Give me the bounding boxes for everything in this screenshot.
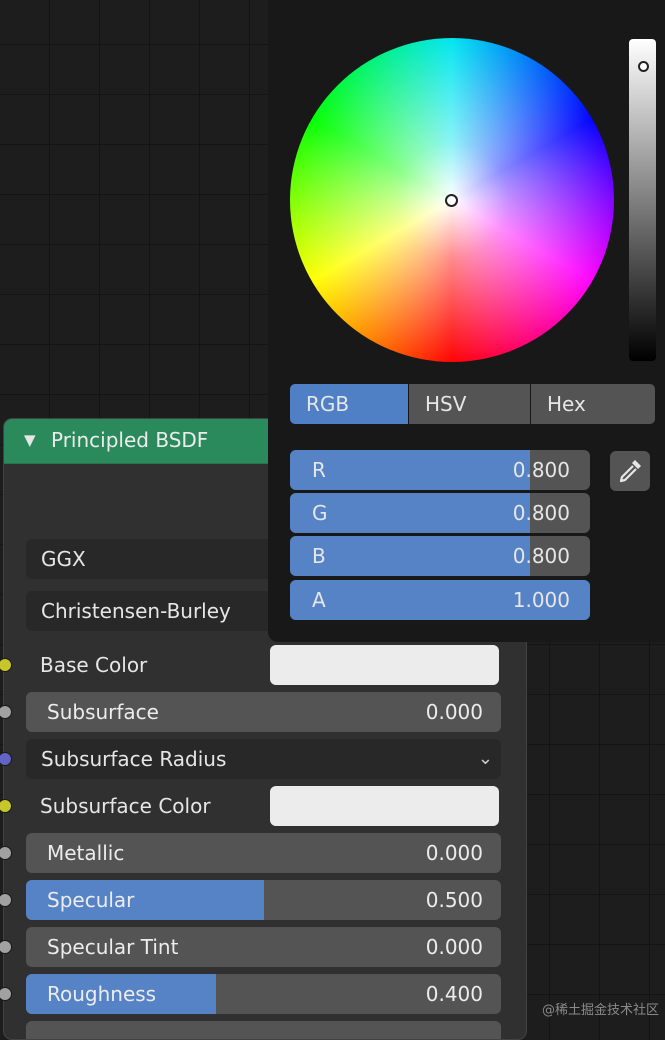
slider-label: Roughness [47,982,157,1006]
channel-fill [290,450,530,490]
collapse-triangle-icon[interactable]: ▼ [24,431,36,449]
base-color-label: Base Color [40,653,148,677]
tab-rgb[interactable]: RGB [290,384,408,424]
watermark: @稀土掘金技术社区 [541,1003,659,1018]
base-color-swatch[interactable] [270,645,499,685]
subsurface-color-swatch[interactable] [270,786,499,826]
channel-label: R [312,458,326,482]
subsurface-slider[interactable]: Subsurface 0.000 [26,692,501,732]
slider-label: Specular Tint [47,935,179,959]
channel-fill [290,536,530,576]
channel-value: 0.800 [512,544,570,568]
channel-r-slider[interactable]: R 0.800 [290,450,590,490]
tab-hex[interactable]: Hex [531,384,655,424]
subsurface-radius-field[interactable]: Subsurface Radius ⌄ [26,739,501,779]
channel-a-slider[interactable]: A 1.000 [290,580,590,620]
slider-value: 0.400 [425,982,483,1006]
channel-value: 0.800 [512,501,570,525]
slider-value: 0.000 [425,935,483,959]
subsurface-color-label: Subsurface Color [40,794,211,818]
chevron-down-icon[interactable]: ⌄ [478,739,493,779]
slider-value: 0.500 [425,888,483,912]
slider-label: Specular [47,888,135,912]
subsurface-radius-label: Subsurface Radius [41,747,227,771]
channel-b-slider[interactable]: B 0.800 [290,536,590,576]
wheel-cursor[interactable] [445,194,458,207]
tab-hsv[interactable]: HSV [409,384,530,424]
channel-value: 0.800 [512,458,570,482]
channel-label: G [312,501,328,525]
metallic-slider[interactable]: Metallic 0.000 [26,833,501,873]
channel-label: B [312,544,326,568]
node-title: Principled BSDF [51,428,209,452]
eyedropper-button[interactable] [610,451,650,491]
specular-slider[interactable]: Specular 0.500 [26,880,501,920]
distribution-value: GGX [41,547,86,571]
color-picker-popup[interactable]: RGB HSV Hex R 0.800 G 0.800 B 0.800 A 1.… [268,0,665,642]
color-mode-tabs: RGB HSV Hex [290,384,655,424]
slider-value: 0.000 [425,700,483,724]
value-cursor[interactable] [638,61,649,72]
channel-value: 1.000 [512,588,570,612]
slider-value: 0.000 [425,841,483,865]
specular-tint-slider[interactable]: Specular Tint 0.000 [26,927,501,967]
eyedropper-icon [619,460,641,483]
roughness-slider[interactable]: Roughness 0.400 [26,974,501,1014]
slider-label: Subsurface [47,700,159,724]
value-slider[interactable] [629,39,656,361]
slider-label: Metallic [47,841,125,865]
channel-label: A [312,588,326,612]
channel-g-slider[interactable]: G 0.800 [290,493,590,533]
subsurface-method-value: Christensen-Burley [41,599,231,623]
